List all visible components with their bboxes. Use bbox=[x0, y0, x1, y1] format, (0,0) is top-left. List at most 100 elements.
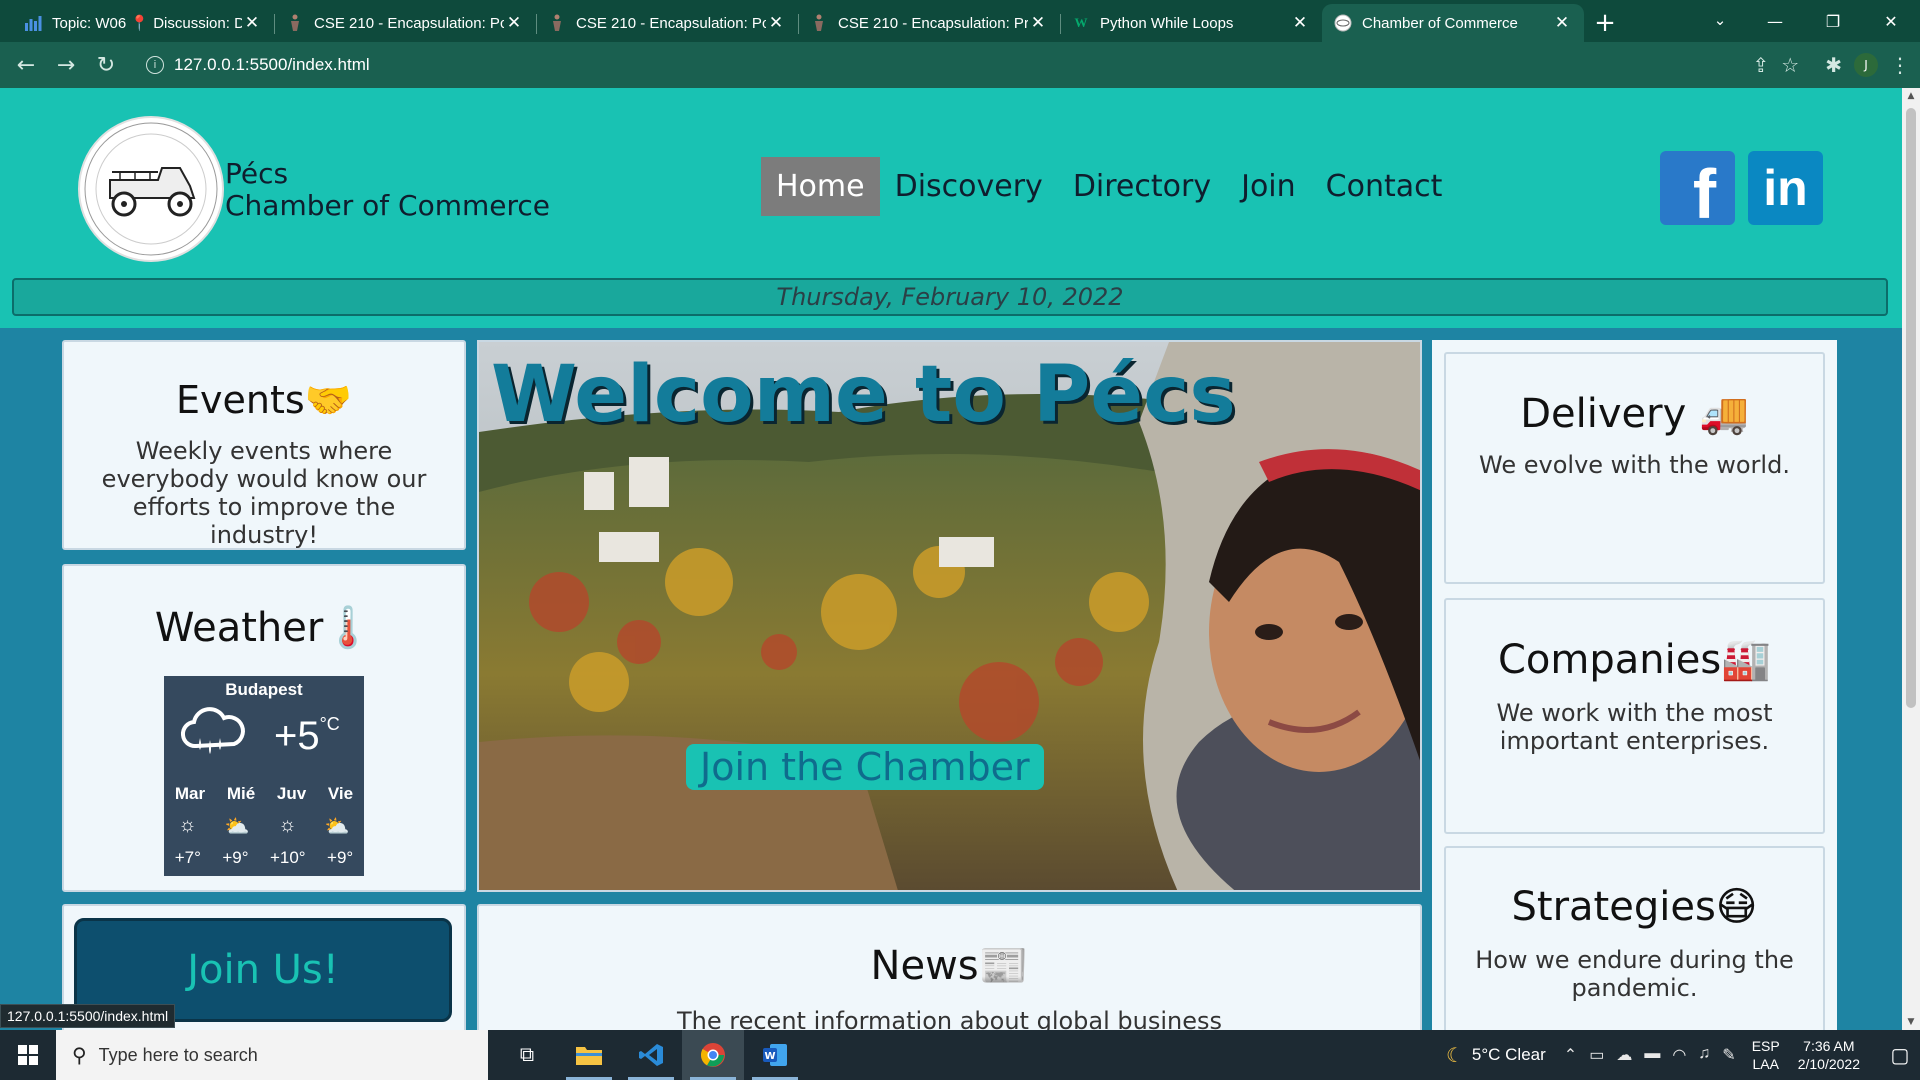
delivery-card: Delivery 🚚 We evolve with the world. bbox=[1444, 352, 1825, 584]
scrollbar-thumb[interactable] bbox=[1906, 108, 1916, 708]
close-icon[interactable]: ✕ bbox=[504, 13, 524, 33]
browser-tab[interactable]: CSE 210 - Encapsulation: Pc ✕ bbox=[536, 4, 798, 42]
chevron-up-icon[interactable]: ⌃ bbox=[1564, 1045, 1577, 1065]
new-tab-button[interactable]: + bbox=[1584, 4, 1626, 42]
nav-directory[interactable]: Directory bbox=[1058, 157, 1226, 216]
close-icon[interactable]: ✕ bbox=[1552, 13, 1572, 33]
current-date-bar: Thursday, February 10, 2022 bbox=[12, 278, 1888, 316]
forecast-temp: +7° bbox=[174, 848, 201, 867]
tab-search-chevron-icon[interactable]: ⌄ bbox=[1700, 0, 1740, 40]
reload-icon[interactable]: ↻ bbox=[86, 45, 126, 85]
page-scrollbar[interactable]: ▲ ▼ bbox=[1902, 88, 1920, 1030]
fire-truck-logo-icon bbox=[84, 122, 218, 256]
forward-arrow-icon[interactable]: → bbox=[46, 45, 86, 85]
input-language[interactable]: ESP LAA bbox=[1752, 1037, 1780, 1073]
forecast-icons: ☼ ⛅ ☼ ⛅ bbox=[164, 814, 364, 839]
delivery-truck-icon: 🚚 bbox=[1698, 391, 1749, 437]
menu-kebab-icon[interactable]: ⋮ bbox=[1890, 53, 1910, 77]
profile-avatar[interactable]: J bbox=[1854, 53, 1878, 77]
browser-tab[interactable]: CSE 210 - Encapsulation: Pc ✕ bbox=[274, 4, 536, 42]
browser-tab[interactable]: CSE 210 - Encapsulation: Pr ✕ bbox=[798, 4, 1060, 42]
word-icon[interactable]: W bbox=[744, 1030, 806, 1080]
volume-icon[interactable]: ♫ bbox=[1698, 1045, 1710, 1065]
pen-icon[interactable]: ✎ bbox=[1722, 1045, 1735, 1065]
share-icon[interactable]: ⇪ bbox=[1753, 53, 1770, 77]
taskbar-search-box[interactable]: ⚲ Type here to search bbox=[56, 1030, 488, 1080]
bar-chart-icon bbox=[24, 14, 42, 32]
close-icon[interactable]: ✕ bbox=[242, 13, 262, 33]
nav-join[interactable]: Join bbox=[1226, 157, 1311, 216]
events-card: Events🤝 Weekly events where everybody wo… bbox=[62, 340, 466, 550]
scroll-down-icon[interactable]: ▼ bbox=[1902, 1014, 1920, 1030]
browser-tab[interactable]: Topic: W06 📍 Discussion: D ✕ bbox=[12, 4, 274, 42]
news-title: News bbox=[870, 943, 979, 989]
current-date: Thursday, February 10, 2022 bbox=[776, 283, 1124, 311]
forecast-day: Juv bbox=[276, 784, 307, 803]
close-icon[interactable]: ✕ bbox=[766, 13, 786, 33]
onedrive-icon[interactable]: ☁ bbox=[1616, 1045, 1632, 1065]
hero-banner: Welcome to Pécs Join the Chamber bbox=[477, 340, 1422, 892]
windows-logo-icon bbox=[18, 1045, 38, 1065]
strategies-card: Strategies😷 How we endure during the pan… bbox=[1444, 846, 1825, 1030]
sun-icon: ☼ bbox=[178, 814, 197, 836]
status-url-tooltip: 127.0.0.1:5500/index.html bbox=[0, 1004, 176, 1028]
cloud-rain-icon bbox=[181, 707, 245, 754]
wifi-icon[interactable]: ◠ bbox=[1672, 1045, 1686, 1065]
site-title-org: Chamber of Commerce bbox=[225, 189, 551, 222]
moon-icon: ☾ bbox=[1445, 1044, 1464, 1067]
forecast-temps: +7° +9° +10° +9° bbox=[164, 848, 364, 868]
chamber-logo[interactable] bbox=[78, 116, 224, 262]
facebook-glyph: f bbox=[1692, 155, 1717, 233]
minimize-button[interactable]: — bbox=[1746, 0, 1804, 42]
notification-icon[interactable]: ▢ bbox=[1880, 1043, 1920, 1068]
clock-date: 2/10/2022 bbox=[1797, 1056, 1860, 1072]
companies-card: Companies🏭 We work with the most importa… bbox=[1444, 598, 1825, 834]
browser-tab-active[interactable]: Chamber of Commerce ✕ bbox=[1322, 4, 1584, 42]
site-header: Pécs Chamber of Commerce Home Discovery … bbox=[0, 88, 1902, 328]
task-view-icon[interactable]: ⧉ bbox=[496, 1030, 558, 1080]
taskbar-weather[interactable]: ☾ 5°C Clear bbox=[1446, 1043, 1546, 1068]
news-heading: News📰 bbox=[479, 942, 1420, 989]
sun-icon: ☼ bbox=[278, 814, 297, 836]
current-temperature: +5°C bbox=[274, 714, 340, 759]
tab-title: CSE 210 - Encapsulation: Pc bbox=[576, 14, 766, 32]
weather-widget[interactable]: Budapest +5°C Mar Mié Juv Vie ☼ ⛅ ☼ ⛅ +7… bbox=[164, 676, 364, 876]
star-icon[interactable]: ☆ bbox=[1781, 53, 1799, 77]
file-explorer-icon[interactable] bbox=[558, 1030, 620, 1080]
system-tray: ☾ 5°C Clear ⌃ ▭ ☁ ▬ ◠ ♫ ✎ ESP LAA 7:36 A… bbox=[1446, 1030, 1920, 1080]
restore-button[interactable]: ❐ bbox=[1804, 0, 1862, 42]
windows-taskbar: ⚲ Type here to search ⧉ W ☾ 5°C Clear ⌃ … bbox=[0, 1030, 1920, 1080]
thermometer-icon: 🌡️ bbox=[323, 605, 374, 651]
facebook-icon[interactable]: f bbox=[1660, 151, 1735, 233]
extensions-icon[interactable]: ✱ bbox=[1825, 53, 1842, 77]
events-title: Events bbox=[176, 378, 305, 422]
nav-home[interactable]: Home bbox=[761, 157, 880, 216]
partly-cloudy-icon: ⛅ bbox=[324, 816, 350, 838]
close-icon[interactable]: ✕ bbox=[1290, 13, 1310, 33]
nav-discovery[interactable]: Discovery bbox=[880, 157, 1058, 216]
battery-icon[interactable]: ▬ bbox=[1644, 1045, 1660, 1065]
temp-unit: °C bbox=[319, 714, 340, 734]
events-heading: Events🤝 bbox=[64, 378, 464, 423]
weather-card: Weather🌡️ Budapest +5°C Mar Mié Juv Vie … bbox=[62, 564, 466, 892]
windows-start-button[interactable] bbox=[0, 1030, 56, 1080]
vscode-icon[interactable] bbox=[620, 1030, 682, 1080]
close-window-button[interactable]: ✕ bbox=[1862, 0, 1920, 42]
back-arrow-icon[interactable]: ← bbox=[6, 45, 46, 85]
window-controls: — ❐ ✕ bbox=[1746, 0, 1920, 42]
close-icon[interactable]: ✕ bbox=[1028, 13, 1048, 33]
forecast-day: Mié bbox=[226, 784, 256, 803]
news-card: News📰 The recent information about globa… bbox=[477, 904, 1422, 1030]
weather-title: Weather bbox=[154, 605, 324, 651]
svg-text:W: W bbox=[764, 1051, 775, 1062]
address-bar[interactable]: i 127.0.0.1:5500/index.html bbox=[138, 48, 1678, 82]
nav-contact[interactable]: Contact bbox=[1311, 157, 1458, 216]
browser-tab[interactable]: W Python While Loops ✕ bbox=[1060, 4, 1322, 42]
scroll-up-icon[interactable]: ▲ bbox=[1902, 88, 1920, 104]
join-chamber-button[interactable]: Join the Chamber bbox=[686, 744, 1044, 790]
chrome-icon[interactable] bbox=[682, 1030, 744, 1080]
meet-now-icon[interactable]: ▭ bbox=[1589, 1045, 1604, 1065]
linkedin-icon[interactable]: in bbox=[1748, 151, 1823, 225]
taskbar-clock[interactable]: 7:36 AM 2/10/2022 bbox=[1798, 1037, 1860, 1073]
info-icon[interactable]: i bbox=[146, 56, 164, 74]
